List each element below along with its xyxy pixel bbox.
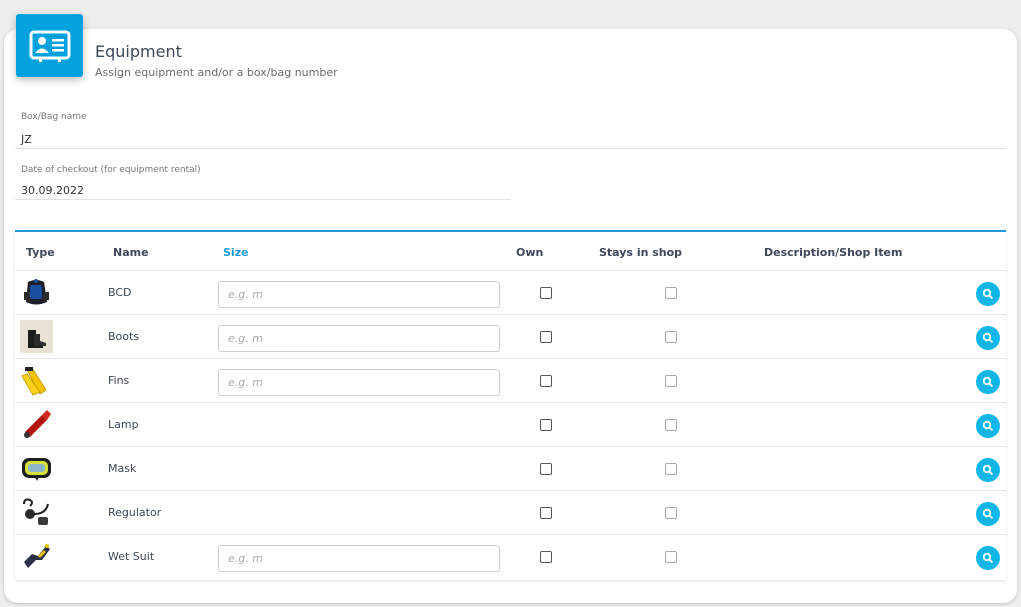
equipment-name: Wet Suit [108, 550, 155, 563]
table-row: Wet Suit [15, 534, 1006, 580]
table-row: Fins [15, 358, 1006, 402]
stays-in-shop-checkbox[interactable] [665, 507, 677, 519]
stays-in-shop-checkbox[interactable] [665, 551, 677, 563]
stays-in-shop-checkbox[interactable] [665, 463, 677, 475]
equipment-name: Lamp [108, 418, 139, 431]
page-title: Equipment [95, 42, 182, 61]
column-header-type: Type [26, 246, 55, 259]
size-input[interactable] [218, 281, 500, 308]
search-icon [982, 552, 994, 564]
own-checkbox[interactable] [540, 463, 552, 475]
own-checkbox[interactable] [540, 287, 552, 299]
equipment-name: Regulator [108, 506, 162, 519]
stays-in-shop-checkbox[interactable] [665, 375, 677, 387]
contact-card-icon [16, 14, 83, 77]
table-row: BCD [15, 270, 1006, 314]
stays-in-shop-checkbox[interactable] [665, 331, 677, 343]
size-input[interactable] [218, 325, 500, 352]
checkout-date-label: Date of checkout (for equipment rental) [21, 165, 201, 175]
own-checkbox[interactable] [540, 331, 552, 343]
own-checkbox[interactable] [540, 375, 552, 387]
fins-icon [21, 367, 47, 396]
boots-icon [20, 320, 53, 353]
lamp-icon [24, 410, 51, 438]
search-button[interactable] [976, 370, 1000, 394]
equipment-name: Mask [108, 462, 137, 475]
box-bag-field[interactable]: JZ [21, 133, 32, 146]
search-icon [982, 464, 994, 476]
equipment-name: Fins [108, 374, 130, 387]
search-button[interactable] [976, 282, 1000, 306]
search-button[interactable] [976, 414, 1000, 438]
search-button[interactable] [976, 326, 1000, 350]
stays-in-shop-checkbox[interactable] [665, 419, 677, 431]
table-row: Regulator [15, 490, 1006, 534]
box-bag-underline [15, 148, 1006, 149]
mask-icon [22, 458, 51, 481]
search-icon [982, 420, 994, 432]
checkout-date-underline [15, 199, 511, 200]
box-bag-label: Box/Bag name [21, 112, 87, 122]
table-row: Lamp [15, 402, 1006, 446]
checkout-date-field[interactable]: 30.09.2022 [21, 184, 84, 197]
regulator-icon [23, 498, 49, 525]
size-input[interactable] [218, 369, 500, 396]
page-subtitle: Assign equipment and/or a box/bag number [95, 66, 338, 79]
search-button[interactable] [976, 502, 1000, 526]
table-row: Boots [15, 314, 1006, 358]
search-icon [982, 332, 994, 344]
table-row: Mask [15, 446, 1006, 490]
equipment-table: Type Name Size Own Stays in shop Descrip… [15, 230, 1006, 580]
equipment-name: BCD [108, 286, 132, 299]
search-button[interactable] [976, 458, 1000, 482]
column-header-description: Description/Shop Item [764, 246, 903, 259]
bcd-icon [24, 279, 49, 305]
search-icon [982, 376, 994, 388]
own-checkbox[interactable] [540, 419, 552, 431]
search-icon [982, 288, 994, 300]
size-input[interactable] [218, 545, 500, 572]
column-header-stays-in-shop: Stays in shop [599, 246, 683, 259]
column-header-size[interactable]: Size [223, 246, 249, 259]
equipment-name: Boots [108, 330, 140, 343]
own-checkbox[interactable] [540, 507, 552, 519]
search-icon [982, 508, 994, 520]
column-header-own: Own [516, 246, 544, 259]
search-button[interactable] [976, 546, 1000, 570]
column-header-name: Name [113, 246, 149, 259]
stays-in-shop-checkbox[interactable] [665, 287, 677, 299]
wet-suit-icon [24, 544, 50, 568]
own-checkbox[interactable] [540, 551, 552, 563]
